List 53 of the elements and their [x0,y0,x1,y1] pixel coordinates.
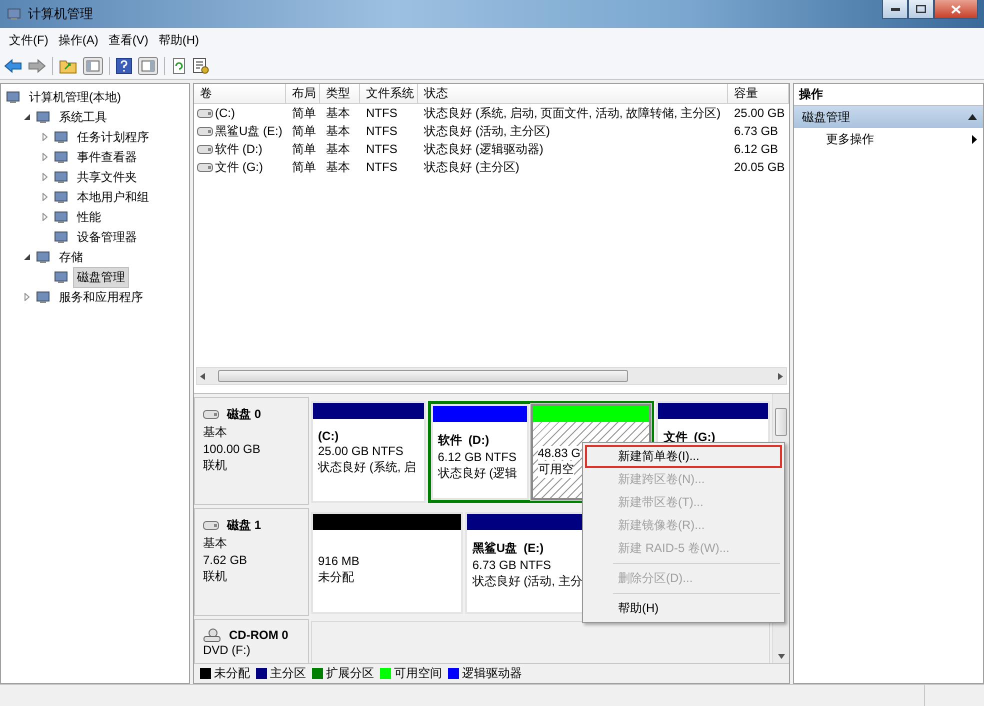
disk-info: 联机 [203,568,227,585]
disk-info: DVD (F:) [203,643,250,657]
disk-info: 联机 [203,457,227,474]
partition-info: 6.73 GB NTFS [472,558,552,572]
table-cell-text: 状态良好 (主分区) [423,158,520,176]
partition-info: 状态良好 (逻辑 [438,465,518,482]
partition-info: 916 MB [318,554,360,568]
partition-info: 6.12 GB NTFS [438,450,516,464]
table-cell: (C:) [215,106,235,120]
table-cell-text: 6.12 GB [733,142,780,156]
window-title: 计算机管理 [28,5,94,23]
table-cell-text: NTFS [365,106,398,120]
table-cell-text: 状态良好 (系统, 启动, 页面文件, 活动, 故障转储, 主分区) [423,104,722,122]
table-cell: 软件 (D:) [215,140,262,158]
table-cell-text: 20.05 GB [733,160,786,174]
table-cell-text: 简单 [291,104,317,122]
disk-info: 7.62 GB [203,553,248,567]
partition-info: 未分配 [318,569,354,586]
table-cell-text: 基本 [325,122,351,140]
disk-info: 100.00 GB [203,442,260,456]
disk-name: 磁盘 1 [227,517,262,534]
table-cell-text: 简单 [291,140,317,158]
partition-info: 48.83 G [538,446,580,460]
table-cell: 文件 (G:) [215,158,263,176]
partition-title: (C:) [318,429,339,443]
legend-label: 主分区 [270,665,306,682]
table-cell-text: 简单 [291,122,317,140]
table-cell-text: 6.73 GB [733,124,780,138]
table-cell-text: 基本 [325,140,351,158]
legend-label: 可用空间 [394,665,442,682]
partition-info: 状态良好 (活动, 主分 [472,573,582,590]
partition-info: 状态良好 (系统, 启 [318,459,416,476]
partition-info: 25.00 GB NTFS [318,444,404,458]
disk-name: 磁盘 0 [227,406,262,423]
partition-title: 黑鲨U盘 (E:) [472,540,544,557]
disk-info: 基本 [203,535,227,552]
table-cell-text: NTFS [365,124,398,138]
table-cell-text: 25.00 GB [733,106,786,120]
table-cell-text: 基本 [325,158,351,176]
partition-info: 可用空 [538,461,574,478]
legend-label: 扩展分区 [326,665,374,682]
legend-label: 逻辑驱动器 [462,665,522,682]
table-cell-text: 基本 [325,104,351,122]
legend-label: 未分配 [214,665,250,682]
table-cell-text: NTFS [365,142,398,156]
table-cell-text: NTFS [365,160,398,174]
table-cell-text: 状态良好 (逻辑驱动器) [423,140,544,158]
disk-name: CD-ROM 0 [229,628,288,642]
table-cell: 黑鲨U盘 (E:) [215,122,282,140]
disk-info: 基本 [203,424,227,441]
table-cell-text: 简单 [291,158,317,176]
table-cell-text: 状态良好 (活动, 主分区) [423,122,551,140]
partition-title: 软件 (D:) [438,432,490,449]
